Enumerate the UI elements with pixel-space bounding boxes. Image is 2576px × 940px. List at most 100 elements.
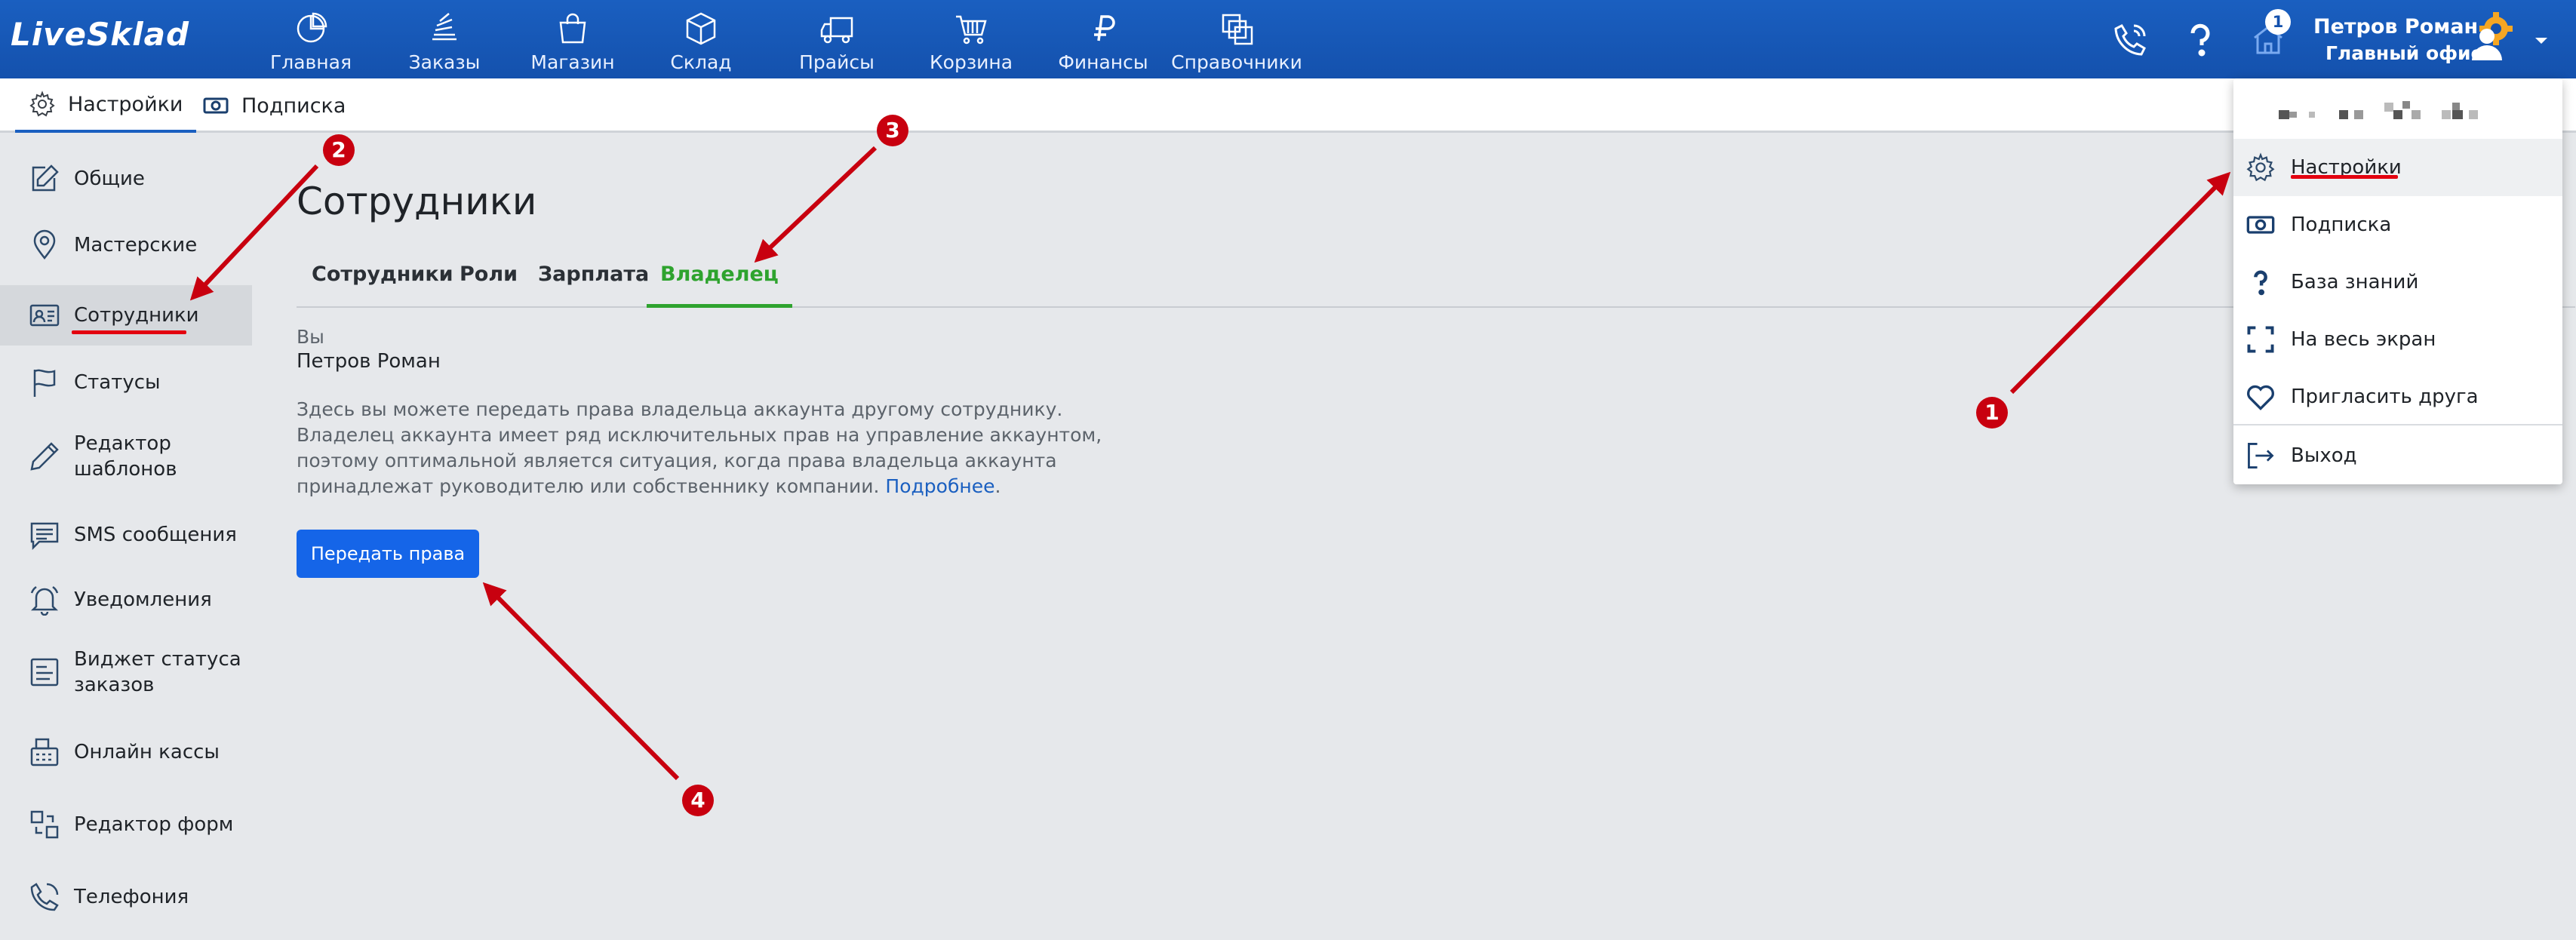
- avatar-icon[interactable]: [2467, 11, 2520, 63]
- menu-item-knowledge-base[interactable]: База знаний: [2233, 253, 2562, 311]
- fullscreen-icon: [2247, 326, 2274, 353]
- annotation-marker-1: 1: [1976, 397, 2008, 429]
- id-card-icon: [29, 304, 60, 327]
- pencil-icon: [30, 442, 59, 471]
- menu-item-label: Подписка: [2291, 213, 2392, 236]
- form-editor-icon: [30, 810, 59, 839]
- nav-item-cart[interactable]: Корзина: [908, 0, 1034, 78]
- sidebar-item-general[interactable]: Общие: [0, 155, 252, 202]
- sidebar-item-workshops[interactable]: Мастерские: [0, 222, 252, 269]
- pie-chart-icon: [297, 12, 327, 43]
- nav-item-warehouse[interactable]: Склад: [637, 0, 765, 78]
- sidebar-item-label: Онлайн кассы: [74, 741, 220, 763]
- nav-label: Магазин: [530, 51, 615, 73]
- sidebar-item-telephony[interactable]: Телефония: [0, 874, 252, 920]
- bell-icon: [30, 585, 59, 616]
- cash-register-icon: [30, 738, 59, 766]
- settings-subbar: Настройки Подписка: [0, 78, 2576, 133]
- truck-icon: [820, 17, 853, 44]
- sidebar-item-form-editor[interactable]: Редактор форм: [0, 801, 252, 848]
- shopping-bag-icon: [559, 13, 586, 44]
- sidebar-item-online-cash[interactable]: Онлайн кассы: [0, 729, 252, 776]
- sidebar-item-sms[interactable]: SMS сообщения: [0, 511, 252, 558]
- top-navigation-bar: LiveSklad Главная Заказы Магазин Склад П…: [0, 0, 2576, 78]
- stack-icon: [432, 13, 456, 41]
- menu-item-label: Пригласить друга: [2291, 386, 2479, 408]
- annotation-marker-3: 3: [877, 115, 908, 146]
- red-underline-employees: [72, 330, 186, 334]
- annotation-marker-2: 2: [323, 134, 355, 166]
- widget-icon: [30, 658, 59, 687]
- sidebar-item-label: Общие: [74, 167, 145, 190]
- tab-employees[interactable]: Сотрудники: [312, 263, 453, 308]
- user-dropdown-menu: Настройки Подписка База знаний На весь э…: [2233, 78, 2562, 484]
- page-title: Сотрудники: [297, 180, 537, 223]
- flag-icon: [33, 369, 56, 397]
- user-office[interactable]: Главный офис: [2325, 42, 2482, 64]
- logout-icon: [2248, 443, 2274, 468]
- owner-name: Петров Роман: [297, 350, 441, 373]
- sidebar-item-label: Уведомления: [74, 588, 212, 611]
- sidebar-item-order-status-widget[interactable]: Виджет статуса заказов: [0, 640, 252, 705]
- edit-icon: [32, 164, 59, 192]
- menu-item-subscription[interactable]: Подписка: [2233, 196, 2562, 253]
- sidebar-item-label: Редактор шаблонов: [74, 432, 177, 481]
- menu-item-label: Выход: [2291, 444, 2357, 467]
- tab-roles[interactable]: Роли: [460, 263, 518, 308]
- sidebar-item-employees[interactable]: Сотрудники: [0, 285, 252, 346]
- nav-label: Корзина: [929, 51, 1013, 73]
- sidebar-item-template-editor[interactable]: Редактор шаблонов: [0, 424, 252, 489]
- cart-icon: [956, 15, 987, 45]
- gear-icon: [29, 91, 55, 117]
- sidebar-item-statuses[interactable]: Статусы: [0, 359, 252, 406]
- chevron-down-icon[interactable]: [2534, 33, 2549, 48]
- nav-label: Главная: [270, 51, 352, 73]
- tab-salary[interactable]: Зарплата: [538, 263, 649, 308]
- phone-icon: [30, 883, 59, 911]
- more-link[interactable]: Подробнее: [885, 475, 994, 497]
- user-name[interactable]: Петров Роман: [2313, 15, 2478, 38]
- nav-label: Справочники: [1171, 51, 1302, 73]
- arrow-3: [754, 146, 878, 263]
- banknote-icon: [2246, 216, 2275, 234]
- you-label: Вы: [297, 326, 324, 348]
- transfer-rights-button[interactable]: Передать права: [297, 530, 479, 578]
- ruble-icon: [1094, 15, 1115, 41]
- sidebar-item-label: Виджет статуса заказов: [74, 648, 241, 696]
- menu-item-label: На весь экран: [2291, 328, 2436, 351]
- phone-call-icon[interactable]: [2113, 21, 2149, 57]
- nav-item-finance[interactable]: Финансы: [1034, 0, 1173, 78]
- nav-item-shop[interactable]: Магазин: [509, 0, 637, 78]
- subtab-settings[interactable]: Настройки: [15, 78, 197, 133]
- heart-icon: [2247, 385, 2274, 410]
- sidebar-item-notifications[interactable]: Уведомления: [0, 576, 252, 623]
- arrow-4: [482, 582, 680, 781]
- nav-item-prices[interactable]: Прайсы: [765, 0, 908, 78]
- menu-divider: [2233, 424, 2562, 425]
- nav-item-orders[interactable]: Заказы: [380, 0, 509, 78]
- tab-owner[interactable]: Владелец: [647, 263, 792, 308]
- sidebar-item-label: Телефония: [74, 886, 189, 908]
- sidebar-item-label: Статусы: [74, 371, 161, 394]
- nav-label: Прайсы: [799, 51, 875, 73]
- app-logo[interactable]: LiveSklad: [11, 11, 189, 59]
- notification-badge: 1: [2265, 9, 2291, 35]
- subtab-subscription[interactable]: Подписка: [202, 78, 346, 133]
- nav-label: Склад: [670, 51, 732, 73]
- menu-item-settings[interactable]: Настройки: [2233, 139, 2562, 196]
- subtab-label: Настройки: [68, 92, 183, 116]
- banknote-icon: [203, 97, 229, 114]
- nav-item-home[interactable]: Главная: [241, 0, 380, 78]
- annotation-marker-4: 4: [682, 785, 714, 816]
- menu-item-label: База знаний: [2291, 271, 2419, 293]
- subtab-label: Подписка: [241, 94, 346, 118]
- menu-item-fullscreen[interactable]: На весь экран: [2233, 311, 2562, 368]
- question-icon: [2254, 270, 2267, 296]
- location-pin-icon: [33, 229, 56, 260]
- menu-item-invite-friend[interactable]: Пригласить друга: [2233, 368, 2562, 425]
- menu-item-logout[interactable]: Выход: [2233, 427, 2562, 484]
- sidebar-item-label: Мастерские: [74, 234, 198, 257]
- help-icon[interactable]: [2182, 21, 2218, 57]
- nav-item-references[interactable]: Справочники: [1171, 0, 1302, 78]
- sidebar-item-label: Редактор форм: [74, 813, 234, 836]
